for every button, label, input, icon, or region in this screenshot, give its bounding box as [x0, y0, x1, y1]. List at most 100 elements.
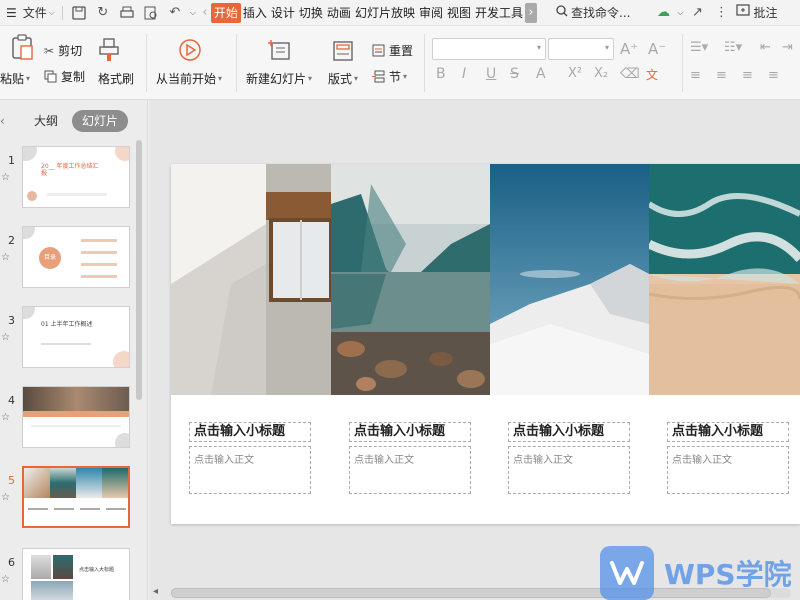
- thumb-decoration: [27, 191, 37, 201]
- body-placeholder[interactable]: 点击输入正文: [189, 446, 311, 494]
- justify-icon[interactable]: ≡: [768, 68, 779, 83]
- undo-dropdown-icon[interactable]: ⌵: [187, 2, 199, 24]
- cloud-sync-icon[interactable]: ☁: [651, 2, 675, 24]
- slide-thumbnail[interactable]: [22, 386, 130, 448]
- subscript-button[interactable]: X₂: [594, 66, 608, 81]
- body-placeholder[interactable]: 点击输入正文: [508, 446, 630, 494]
- format-painter-button[interactable]: [98, 38, 120, 62]
- subtitle-placeholder[interactable]: 点击输入小标题: [508, 422, 630, 442]
- slide-editor: 点击输入小标题 点击输入正文 点击输入小标题 点击输入正文 点击输入小标题 点击…: [149, 100, 800, 600]
- align-center-icon[interactable]: ≡: [716, 68, 727, 83]
- paste-button[interactable]: [4, 34, 40, 60]
- tab-design[interactable]: 设计: [269, 3, 297, 23]
- bold-button[interactable]: B: [436, 66, 446, 82]
- from-current-button[interactable]: 从当前开始 ▾: [156, 70, 222, 87]
- slide-canvas[interactable]: 点击输入小标题 点击输入正文 点击输入小标题 点击输入正文 点击输入小标题 点击…: [171, 164, 800, 524]
- reset-icon: [372, 44, 385, 57]
- align-left-icon[interactable]: ≡: [690, 68, 701, 83]
- tab-slides[interactable]: 幻灯片: [72, 110, 129, 132]
- slide-thumb-row[interactable]: 1 ☆ 20__ 年度工作总结汇报: [0, 146, 140, 224]
- photo-beach[interactable]: [649, 164, 800, 395]
- layout-icon[interactable]: [332, 40, 354, 62]
- tabs-more-icon[interactable]: ›: [525, 2, 537, 23]
- tab-outline[interactable]: 大纲: [34, 110, 58, 132]
- tab-slideshow[interactable]: 幻灯片放映: [353, 3, 417, 23]
- phonetic-icon[interactable]: 文: [646, 66, 658, 83]
- new-slide-icon[interactable]: [268, 38, 292, 62]
- format-painter-label[interactable]: 格式刷: [98, 70, 134, 87]
- cut-button[interactable]: ✂ 剪切: [44, 42, 82, 59]
- photo-window[interactable]: [171, 164, 331, 395]
- slide-thumb-row[interactable]: 2 ☆ 目录: [0, 226, 140, 304]
- slide-thumbnail[interactable]: 20__ 年度工作总结汇报: [22, 146, 130, 208]
- collapse-panel-icon[interactable]: ‹: [0, 110, 5, 132]
- print-icon[interactable]: [115, 2, 139, 24]
- tab-view[interactable]: 视图: [445, 3, 473, 23]
- redo-history-icon[interactable]: ↻: [91, 2, 115, 24]
- subtitle-placeholder[interactable]: 点击输入小标题: [189, 422, 311, 442]
- chevron-down-icon: ▾: [26, 74, 31, 83]
- font-family-select[interactable]: ▾: [432, 38, 546, 60]
- slide-thumbnail[interactable]: 目录: [22, 226, 130, 288]
- photo-lake[interactable]: [331, 164, 490, 395]
- tab-transition[interactable]: 切换: [297, 3, 325, 23]
- increase-font-icon[interactable]: A⁺: [620, 40, 638, 58]
- search-command[interactable]: 查找命令...: [553, 2, 633, 24]
- align-right-icon[interactable]: ≡: [742, 68, 753, 83]
- subtitle-placeholder[interactable]: 点击输入小标题: [667, 422, 789, 442]
- more-options-icon[interactable]: ⋮: [709, 2, 733, 24]
- thumb-decoration: [81, 263, 117, 266]
- cut-label: 剪切: [58, 44, 83, 58]
- slide-thumb-row[interactable]: 6 ☆ 点击输入大标题: [0, 548, 140, 600]
- slide-thumb-row[interactable]: 5 ☆: [0, 466, 140, 544]
- body-placeholder[interactable]: 点击输入正文: [349, 446, 471, 494]
- reset-button[interactable]: 重置: [372, 42, 413, 59]
- chevron-down-icon: ▾: [354, 74, 359, 83]
- copy-button[interactable]: 复制: [44, 68, 85, 85]
- chevron-left-icon[interactable]: ‹: [199, 2, 211, 24]
- play-from-current-icon[interactable]: [178, 38, 202, 62]
- scroll-left-icon[interactable]: ◂: [153, 586, 158, 597]
- decrease-indent-icon[interactable]: ⇤: [760, 40, 771, 55]
- slide-thumbnail-active[interactable]: [22, 466, 130, 528]
- layout-button[interactable]: 版式 ▾: [328, 70, 358, 87]
- undo-icon[interactable]: ↶: [163, 2, 187, 24]
- new-slide-button[interactable]: 新建幻灯片 ▾: [246, 70, 312, 87]
- italic-button[interactable]: I: [462, 66, 466, 82]
- tab-home[interactable]: 开始: [210, 2, 241, 23]
- thumb-decoration: [113, 351, 129, 367]
- reset-label: 重置: [389, 44, 414, 58]
- slide-thumbnail[interactable]: 点击输入大标题: [22, 548, 130, 600]
- superscript-button[interactable]: X²: [568, 66, 582, 81]
- wps-logo-icon: [600, 546, 654, 600]
- slide-thumb-row[interactable]: 3 ☆ 01 上半年工作概述: [0, 306, 140, 384]
- file-menu[interactable]: 文件 ⌵: [20, 2, 58, 24]
- slide-thumb-row[interactable]: 4 ☆: [0, 386, 140, 464]
- tab-developer[interactable]: 开发工具: [473, 3, 525, 23]
- paste-dropdown[interactable]: 粘贴 ▾: [0, 70, 30, 87]
- panel-scrollbar[interactable]: [136, 140, 142, 400]
- tab-insert[interactable]: 插入: [241, 3, 269, 23]
- eraser-icon[interactable]: ⌫: [620, 66, 640, 82]
- photo-snow[interactable]: [490, 164, 649, 395]
- print-preview-icon[interactable]: [139, 2, 163, 24]
- increase-indent-icon[interactable]: ⇥: [782, 40, 793, 55]
- bullet-list-icon[interactable]: ☰▾: [690, 40, 708, 55]
- save-icon[interactable]: [67, 2, 91, 24]
- font-color-button[interactable]: A: [536, 66, 546, 82]
- hamburger-menu[interactable]: ☰: [0, 2, 20, 24]
- tab-animation[interactable]: 动画: [325, 3, 353, 23]
- font-size-select[interactable]: ▾: [548, 38, 614, 60]
- underline-button[interactable]: U: [486, 66, 496, 82]
- decrease-font-icon[interactable]: A⁻: [648, 40, 666, 58]
- share-icon[interactable]: ↗: [685, 2, 709, 24]
- tab-review[interactable]: 审阅: [417, 3, 445, 23]
- slide-thumbnail[interactable]: 01 上半年工作概述: [22, 306, 130, 368]
- numbered-list-icon[interactable]: ☷▾: [724, 40, 742, 55]
- comment-button[interactable]: 批注: [733, 2, 780, 24]
- body-placeholder[interactable]: 点击输入正文: [667, 446, 789, 494]
- subtitle-placeholder[interactable]: 点击输入小标题: [349, 422, 471, 442]
- strikethrough-button[interactable]: S: [510, 66, 519, 82]
- section-button[interactable]: 节 ▾: [372, 68, 407, 85]
- cloud-dropdown-icon[interactable]: ⌵: [675, 2, 685, 24]
